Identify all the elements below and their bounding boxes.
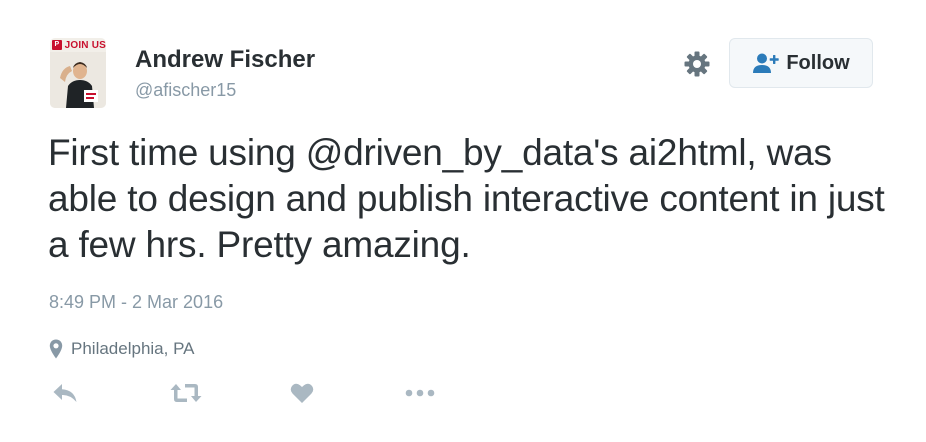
heart-icon: [290, 383, 314, 403]
more-dots-icon: [405, 389, 435, 397]
gear-icon: [684, 51, 710, 77]
map-pin-icon: [49, 339, 63, 359]
tweet-timestamp[interactable]: 8:49 PM - 2 Mar 2016: [49, 292, 223, 313]
retweet-icon: [170, 384, 202, 402]
avatar[interactable]: P JOIN US: [50, 38, 106, 108]
user-fullname[interactable]: Andrew Fischer: [135, 46, 315, 74]
more-button[interactable]: [405, 378, 435, 408]
add-user-icon: [753, 53, 780, 73]
tweet-actions: [50, 378, 470, 408]
user-handle[interactable]: @afischer15: [135, 80, 236, 101]
settings-button[interactable]: [683, 50, 711, 78]
tweet-text: First time using @driven_by_data's ai2ht…: [48, 132, 885, 265]
follow-button-label: Follow: [786, 51, 850, 74]
avatar-photo: [50, 52, 106, 108]
reply-icon: [53, 384, 77, 402]
reply-button[interactable]: [52, 378, 78, 408]
retweet-button[interactable]: [170, 378, 202, 408]
follow-button[interactable]: Follow: [729, 38, 873, 88]
tweet-location[interactable]: Philadelphia, PA: [49, 339, 195, 359]
like-button[interactable]: [290, 378, 314, 408]
tweet-card: P JOIN US Andrew Fischer @afischer15 Fol…: [0, 0, 926, 442]
location-label: Philadelphia, PA: [71, 339, 195, 358]
